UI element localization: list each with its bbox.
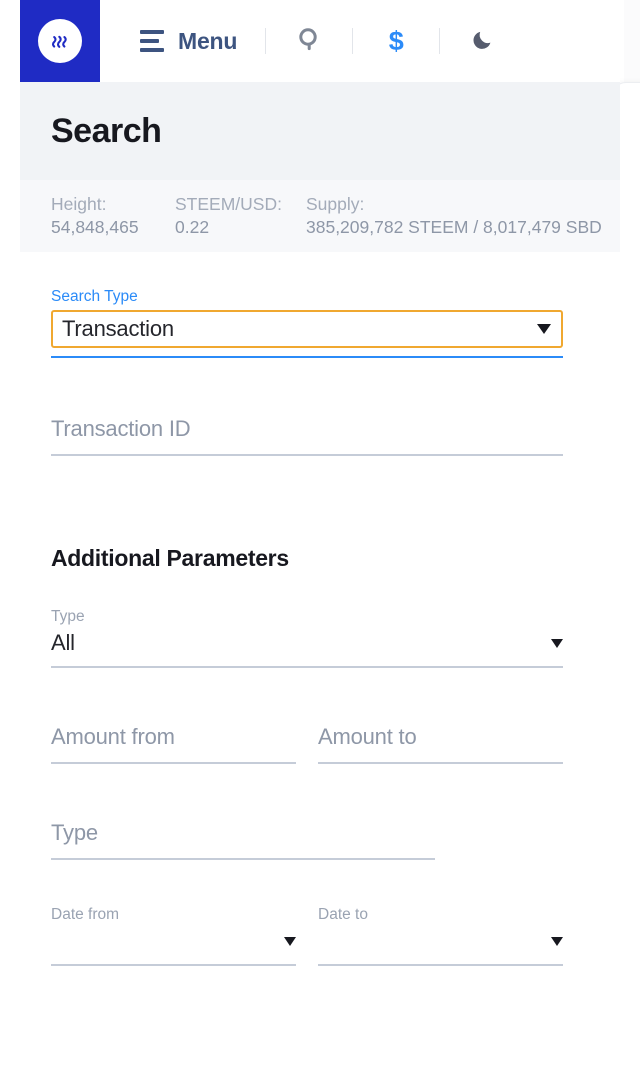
stat-height-label: Height: bbox=[51, 193, 107, 214]
topbar-divider bbox=[352, 28, 354, 54]
stat-steem-usd-label: STEEM/USD: bbox=[175, 193, 282, 214]
chevron-down-icon bbox=[551, 638, 563, 648]
price-button[interactable]: $ bbox=[377, 22, 415, 60]
stat-supply-label: Supply: bbox=[306, 193, 365, 214]
stat-supply-value: 385,209,782 STEEM / 8,017,479 SBD bbox=[306, 217, 602, 237]
type-select-value: All bbox=[51, 630, 75, 655]
amount-to-underline bbox=[318, 762, 563, 764]
search-type-select[interactable]: Transaction bbox=[51, 310, 563, 348]
date-from-field: Date from bbox=[51, 906, 296, 966]
amount-to-placeholder: Amount to bbox=[318, 724, 417, 749]
top-navigation-bar: Menu $ bbox=[20, 0, 620, 82]
search-type-value: Transaction bbox=[62, 316, 174, 341]
date-to-field: Date to bbox=[318, 906, 563, 966]
brand-logo-button[interactable] bbox=[20, 0, 100, 82]
chevron-down-icon bbox=[284, 936, 296, 946]
menu-button[interactable]: Menu bbox=[136, 22, 241, 61]
page-title: Search bbox=[51, 111, 162, 150]
type-select-label: Type bbox=[51, 608, 85, 625]
search-form: Search Type Transaction Transaction ID A… bbox=[20, 288, 620, 966]
search-button[interactable] bbox=[290, 22, 328, 60]
steem-logo-icon bbox=[38, 19, 82, 63]
dark-mode-toggle[interactable] bbox=[464, 22, 502, 60]
date-range-row: Date from Date to bbox=[51, 906, 620, 966]
main-viewport: Menu $ Search Height: 54,848,465 STEEM/U… bbox=[20, 0, 620, 1080]
topbar-actions: Menu $ bbox=[100, 0, 620, 82]
stat-supply: Supply: 385,209,782 STEEM / 8,017,479 SB… bbox=[306, 193, 602, 240]
moon-dark-mode-icon bbox=[470, 26, 496, 57]
type-select[interactable]: All bbox=[51, 626, 563, 660]
additional-parameters-section: Additional Parameters bbox=[51, 545, 620, 572]
search-type-field: Search Type Transaction bbox=[51, 288, 620, 358]
type-text-input[interactable]: Type bbox=[51, 816, 435, 850]
search-type-underline bbox=[51, 356, 563, 358]
transaction-id-field: Transaction ID bbox=[51, 412, 563, 456]
transaction-id-underline bbox=[51, 454, 563, 456]
amount-from-underline bbox=[51, 762, 296, 764]
date-to-underline bbox=[318, 964, 563, 966]
date-from-underline bbox=[51, 964, 296, 966]
chevron-down-icon bbox=[551, 936, 563, 946]
field-gap bbox=[296, 906, 318, 966]
app-root: Menu $ Search Height: 54,848,465 STEEM/U… bbox=[0, 0, 640, 1080]
hamburger-menu-icon bbox=[140, 30, 164, 52]
dollar-sign-icon: $ bbox=[388, 25, 404, 56]
transaction-id-placeholder: Transaction ID bbox=[51, 416, 191, 441]
stat-height: Height: 54,848,465 bbox=[51, 193, 175, 240]
search-type-label: Search Type bbox=[51, 288, 138, 305]
page-title-band: Search bbox=[20, 82, 620, 180]
date-from-label: Date from bbox=[51, 906, 120, 923]
amount-from-placeholder: Amount from bbox=[51, 724, 175, 749]
topbar-divider bbox=[265, 28, 267, 54]
stat-steem-usd: STEEM/USD: 0.22 bbox=[175, 193, 306, 240]
amount-range-row: Amount from Amount to bbox=[51, 720, 620, 764]
amount-from-input[interactable]: Amount from bbox=[51, 720, 296, 754]
field-gap bbox=[296, 720, 318, 764]
stat-steem-usd-value: 0.22 bbox=[175, 217, 210, 237]
chevron-down-icon bbox=[537, 324, 551, 334]
topbar-divider bbox=[439, 28, 441, 54]
search-icon bbox=[296, 26, 322, 57]
menu-button-label: Menu bbox=[178, 27, 238, 54]
date-to-input[interactable] bbox=[318, 924, 563, 958]
type-select-field: Type All bbox=[51, 608, 563, 668]
type-select-underline bbox=[51, 666, 563, 668]
amount-from-field: Amount from bbox=[51, 720, 296, 764]
date-from-input[interactable] bbox=[51, 924, 296, 958]
amount-to-field: Amount to bbox=[318, 720, 563, 764]
type-text-field: Type bbox=[51, 816, 435, 860]
type-text-underline bbox=[51, 858, 435, 860]
transaction-id-input[interactable]: Transaction ID bbox=[51, 412, 563, 446]
additional-parameters-heading: Additional Parameters bbox=[51, 545, 289, 571]
amount-to-input[interactable]: Amount to bbox=[318, 720, 563, 754]
blockchain-stats-bar: Height: 54,848,465 STEEM/USD: 0.22 Suppl… bbox=[20, 180, 620, 252]
stat-height-value: 54,848,465 bbox=[51, 217, 139, 237]
type-text-placeholder: Type bbox=[51, 820, 98, 845]
search-type-select-wrap: Transaction bbox=[51, 310, 563, 358]
date-to-label: Date to bbox=[318, 906, 368, 923]
